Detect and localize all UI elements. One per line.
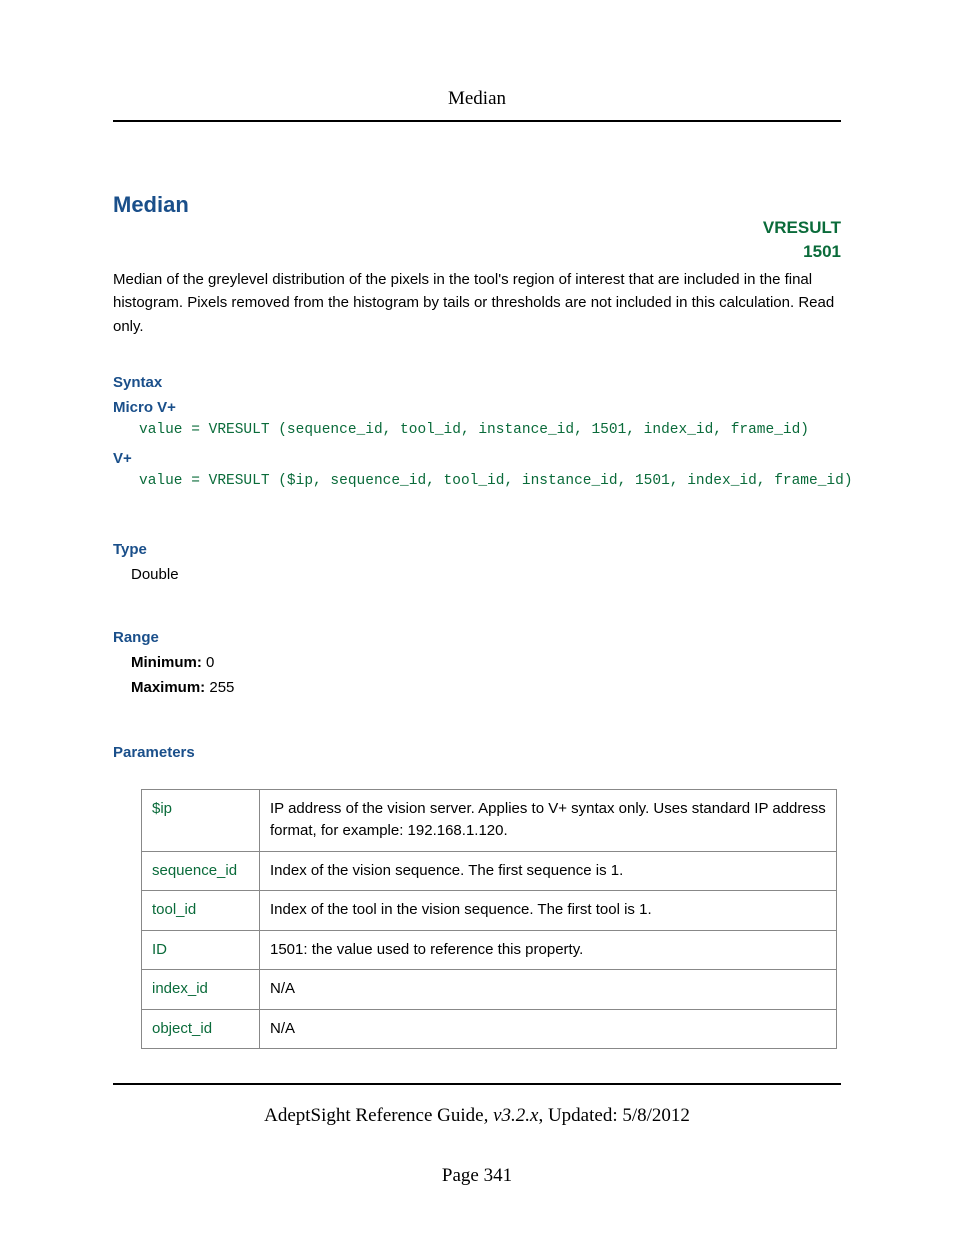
footer-version: , v3.2.x [484, 1105, 539, 1126]
param-name: sequence_id [142, 851, 260, 891]
range-max: Maximum: 255 [113, 679, 841, 696]
parameters-table: $ipIP address of the vision server. Appl… [141, 789, 837, 1050]
micro-vplus-label: Micro V+ [113, 399, 841, 416]
range-min-label: Minimum: [131, 654, 202, 671]
range-max-value: 255 [209, 679, 234, 696]
param-desc: Index of the vision sequence. The first … [260, 851, 837, 891]
micro-vplus-code: value = VRESULT (sequence_id, tool_id, i… [113, 422, 841, 438]
footer-text: AdeptSight Reference Guide, v3.2.x, Upda… [0, 1105, 954, 1127]
param-desc: IP address of the vision server. Applies… [260, 789, 837, 851]
param-desc: N/A [260, 970, 837, 1010]
table-row: index_idN/A [142, 970, 837, 1010]
table-row: ID1501: the value used to reference this… [142, 930, 837, 970]
main-title: Median [113, 192, 841, 218]
footer-divider [113, 1083, 841, 1085]
badge-line1: VRESULT [763, 216, 841, 240]
range-heading: Range [113, 629, 841, 646]
param-desc: N/A [260, 1009, 837, 1049]
table-row: object_idN/A [142, 1009, 837, 1049]
range-min-value: 0 [206, 654, 214, 671]
title-row: Median VRESULT 1501 [113, 192, 841, 218]
page-number: Page 341 [0, 1165, 954, 1187]
table-row: $ipIP address of the vision server. Appl… [142, 789, 837, 851]
page-header-title: Median [0, 0, 954, 120]
vplus-label: V+ [113, 450, 841, 467]
param-name: tool_id [142, 891, 260, 931]
table-row: sequence_idIndex of the vision sequence.… [142, 851, 837, 891]
parameters-heading: Parameters [113, 744, 841, 761]
vplus-code: value = VRESULT ($ip, sequence_id, tool_… [113, 473, 841, 489]
param-desc: Index of the tool in the vision sequence… [260, 891, 837, 931]
param-name: $ip [142, 789, 260, 851]
type-heading: Type [113, 541, 841, 558]
badge-line2: 1501 [763, 240, 841, 264]
description-text: Median of the greylevel distribution of … [113, 268, 841, 338]
param-desc: 1501: the value used to reference this p… [260, 930, 837, 970]
content-area: Median VRESULT 1501 Median of the greyle… [0, 122, 954, 1049]
range-min: Minimum: 0 [113, 654, 841, 671]
range-max-label: Maximum: [131, 679, 205, 696]
param-name: ID [142, 930, 260, 970]
param-name: index_id [142, 970, 260, 1010]
type-value: Double [113, 566, 841, 583]
footer-updated: , Updated: 5/8/2012 [538, 1105, 689, 1126]
table-row: tool_idIndex of the tool in the vision s… [142, 891, 837, 931]
syntax-heading: Syntax [113, 374, 841, 391]
result-badge: VRESULT 1501 [763, 216, 841, 264]
param-name: object_id [142, 1009, 260, 1049]
footer-doc-title: AdeptSight Reference Guide [264, 1105, 483, 1126]
